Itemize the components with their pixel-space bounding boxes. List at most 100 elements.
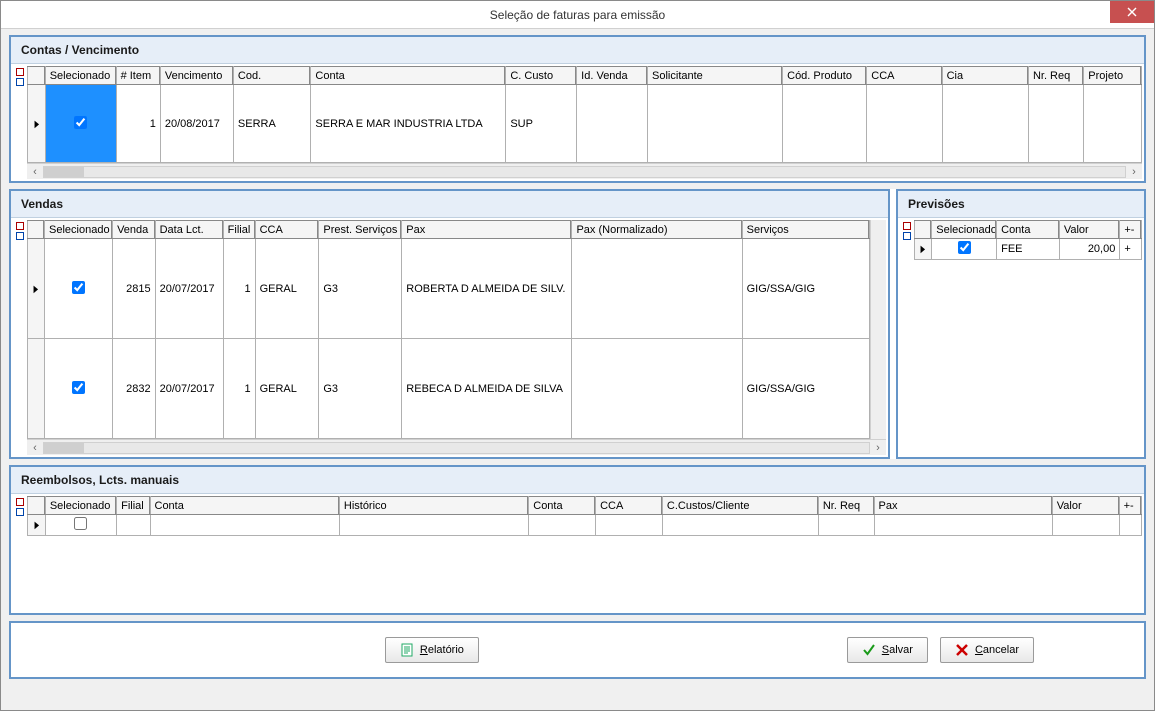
cell-item[interactable]: 1 [116, 85, 160, 163]
cell-codproduto[interactable] [783, 85, 867, 163]
cell-filial[interactable]: 1 [223, 239, 255, 339]
cell-filial[interactable] [117, 515, 150, 536]
grid-contas[interactable]: Selecionado # Item Vencimento Cod. Conta… [27, 66, 1142, 163]
cell-conta2[interactable] [529, 515, 596, 536]
cell-pm[interactable] [1119, 515, 1141, 536]
col-header[interactable]: Solicitante [648, 67, 783, 85]
scroll-right-icon[interactable]: › [870, 440, 886, 456]
grid-reembolsos[interactable]: Selecionado Filial Conta Histórico Conta… [27, 496, 1142, 536]
cell-cca[interactable]: GERAL [255, 339, 319, 439]
cell-pax[interactable]: ROBERTA D ALMEIDA DE SILV. [402, 239, 572, 339]
scroll-thumb[interactable] [44, 167, 84, 177]
hscrollbar[interactable]: ‹ › [27, 439, 886, 455]
checkbox[interactable] [72, 381, 85, 394]
cell-nrreq[interactable] [818, 515, 874, 536]
cell-filial[interactable]: 1 [223, 339, 255, 439]
table-row[interactable]: 2815 20/07/2017 1 GERAL G3 ROBERTA D ALM… [28, 239, 870, 339]
cell-conta[interactable]: FEE [997, 239, 1060, 260]
table-row[interactable]: FEE 20,00 + [915, 239, 1142, 260]
col-header[interactable]: Valor [1059, 221, 1120, 239]
cell-vencimento[interactable]: 20/08/2017 [160, 85, 233, 163]
cell-venda[interactable]: 2832 [113, 339, 156, 439]
scroll-right-icon[interactable]: › [1126, 164, 1142, 180]
scroll-track[interactable] [43, 442, 870, 454]
cell-nrreq[interactable] [1028, 85, 1083, 163]
cell-historico[interactable] [339, 515, 528, 536]
marker-icon[interactable] [16, 78, 24, 86]
cell-datalct[interactable]: 20/07/2017 [155, 239, 223, 339]
cell-venda[interactable]: 2815 [113, 239, 156, 339]
marker-icon[interactable] [16, 68, 24, 76]
col-header[interactable]: C. Custo [506, 67, 577, 85]
marker-icon[interactable] [16, 498, 24, 506]
marker-icon[interactable] [16, 222, 24, 230]
cell-projeto[interactable] [1084, 85, 1142, 163]
scroll-track[interactable] [43, 166, 1126, 178]
col-header[interactable]: Id. Venda [577, 67, 648, 85]
cell-conta1[interactable] [150, 515, 339, 536]
marker-icon[interactable] [903, 232, 911, 240]
table-row[interactable]: 1 20/08/2017 SERRA SERRA E MAR INDUSTRIA… [28, 85, 1142, 163]
relatorio-button[interactable]: Relatório [385, 637, 479, 663]
cancelar-button[interactable]: Cancelar [940, 637, 1034, 663]
col-header[interactable]: Pax (Normalizado) [572, 221, 742, 239]
grid-vendas[interactable]: Selecionado Venda Data Lct. Filial CCA P… [27, 220, 870, 439]
checkbox[interactable] [72, 281, 85, 294]
col-header[interactable]: Prest. Serviços [319, 221, 402, 239]
col-header[interactable]: Data Lct. [155, 221, 223, 239]
salvar-button[interactable]: Salvar [847, 637, 928, 663]
cell-ccustos[interactable] [662, 515, 818, 536]
table-row[interactable]: 2832 20/07/2017 1 GERAL G3 REBECA D ALME… [28, 339, 870, 439]
cell-servicos[interactable]: GIG/SSA/GIG [742, 339, 870, 439]
cell-datalct[interactable]: 20/07/2017 [155, 339, 223, 439]
col-header[interactable]: Vencimento [160, 67, 233, 85]
col-header[interactable]: CCA [867, 67, 942, 85]
cell-paxnorm[interactable] [572, 239, 742, 339]
scroll-thumb[interactable] [44, 443, 84, 453]
col-header[interactable]: Nr. Req [1028, 67, 1083, 85]
scroll-left-icon[interactable]: ‹ [27, 440, 43, 456]
table-row[interactable] [28, 515, 1142, 536]
col-header[interactable]: Conta [529, 497, 596, 515]
col-header[interactable]: +- [1120, 221, 1142, 239]
cell-pax[interactable]: REBECA D ALMEIDA DE SILVA [402, 339, 572, 439]
col-header[interactable]: Selecionado [45, 497, 116, 515]
grid-previsoes[interactable]: Selecionado Conta Valor +- [914, 220, 1142, 260]
cell-prest[interactable]: G3 [319, 339, 402, 439]
scroll-left-icon[interactable]: ‹ [27, 164, 43, 180]
cell-ccusto[interactable]: SUP [506, 85, 577, 163]
col-header[interactable]: Histórico [339, 497, 528, 515]
cell-valor[interactable] [1052, 515, 1119, 536]
col-header[interactable]: Valor [1052, 497, 1119, 515]
cell-prest[interactable]: G3 [319, 239, 402, 339]
cell-solicitante[interactable] [648, 85, 783, 163]
close-button[interactable] [1110, 1, 1154, 23]
col-header[interactable]: Serviços [742, 221, 870, 239]
vscrollbar[interactable] [870, 220, 886, 439]
col-header[interactable]: Pax [402, 221, 572, 239]
col-header[interactable]: Cod. [233, 67, 311, 85]
col-header[interactable]: Nr. Req [818, 497, 874, 515]
cell-pax[interactable] [874, 515, 1052, 536]
cell-selecionado[interactable] [45, 239, 113, 339]
marker-icon[interactable] [16, 508, 24, 516]
col-header[interactable]: +- [1119, 497, 1141, 515]
col-header[interactable]: Conta [997, 221, 1060, 239]
cell-cod[interactable]: SERRA [233, 85, 311, 163]
checkbox[interactable] [74, 116, 87, 129]
col-header[interactable]: CCA [255, 221, 319, 239]
hscrollbar[interactable]: ‹ › [27, 163, 1142, 179]
col-header[interactable]: Cód. Produto [783, 67, 867, 85]
col-header[interactable]: Selecionado [932, 221, 997, 239]
cell-cca[interactable]: GERAL [255, 239, 319, 339]
cell-cia[interactable] [942, 85, 1028, 163]
cell-cca[interactable] [596, 515, 663, 536]
col-header[interactable]: Projeto [1084, 67, 1142, 85]
col-header[interactable]: Filial [223, 221, 255, 239]
cell-selecionado[interactable] [932, 239, 997, 260]
cell-selecionado[interactable] [45, 85, 116, 163]
cell-conta[interactable]: SERRA E MAR INDUSTRIA LTDA [311, 85, 506, 163]
marker-icon[interactable] [903, 222, 911, 230]
col-header[interactable]: Conta [150, 497, 339, 515]
cell-selecionado[interactable] [45, 339, 113, 439]
